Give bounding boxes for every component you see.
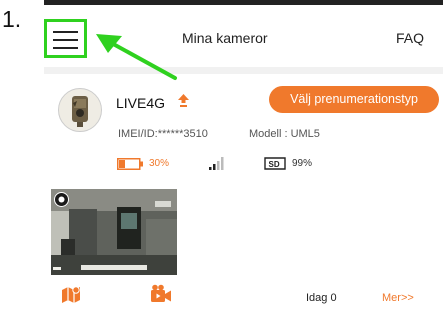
model-label: Modell : UML5 [249, 128, 320, 140]
green-arrow-annotation [96, 34, 177, 80]
sd-card-value: 99% [292, 158, 313, 169]
signal-icon [209, 157, 224, 170]
today-count: Idag 0 [306, 292, 337, 304]
subscription-button[interactable]: Välj prenumerationstyp [269, 86, 439, 113]
video-icon[interactable] [150, 284, 172, 304]
imei-label: IMEI/ID:******3510 [118, 128, 208, 140]
battery-icon [117, 158, 143, 170]
map-icon[interactable] [60, 284, 82, 304]
step-number: 1. [2, 6, 22, 32]
faq-link[interactable]: FAQ [396, 30, 424, 46]
latest-photo-thumbnail[interactable] [51, 189, 177, 275]
battery-value: 30% [149, 158, 170, 169]
svg-text:SD: SD [269, 160, 280, 169]
sd-card-icon: SD [264, 157, 286, 170]
more-link[interactable]: Mer>> [382, 292, 414, 304]
image-badge-icon [54, 192, 69, 207]
